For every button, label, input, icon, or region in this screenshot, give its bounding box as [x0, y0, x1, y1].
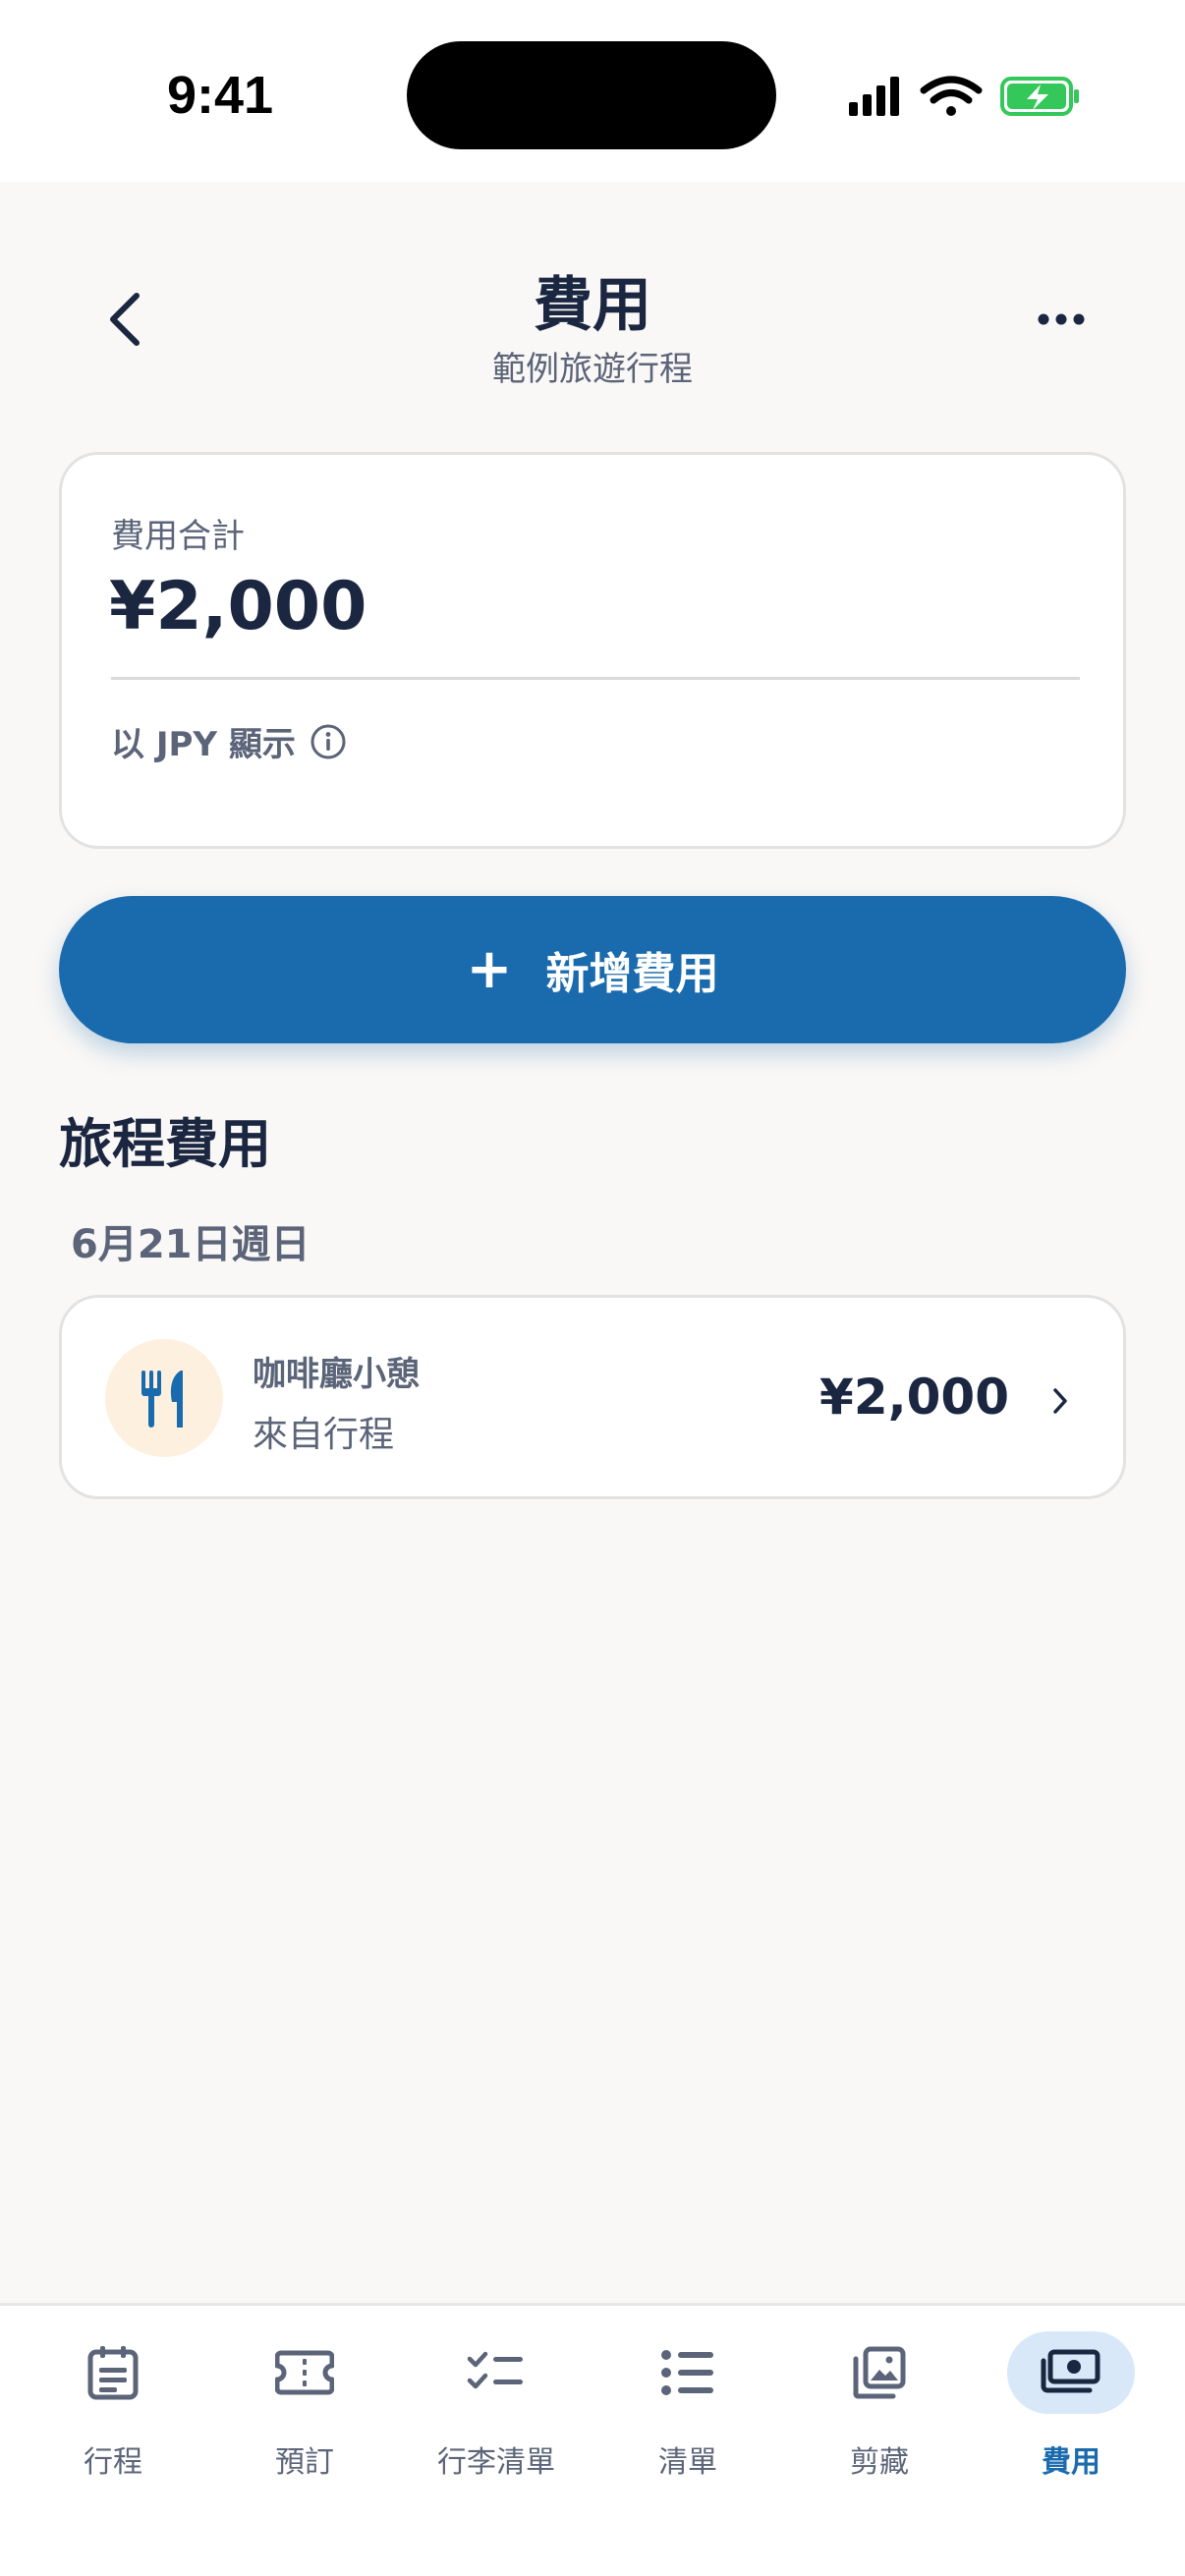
expense-source: 來自行程 [253, 1415, 395, 1455]
fork-knife-icon [141, 1371, 183, 1428]
cellular-signal-icon [849, 77, 899, 116]
tab-label: 行程 [84, 2445, 142, 2480]
wifi-icon [920, 76, 983, 116]
info-icon[interactable] [310, 723, 347, 760]
tab-label: 預訂 [275, 2445, 334, 2480]
tab-label: 清單 [658, 2445, 717, 2480]
tab-label: 費用 [1042, 2445, 1100, 2480]
total-label: 費用合計 [111, 517, 245, 556]
divider [111, 677, 1080, 680]
checklist-icon [432, 2331, 560, 2414]
tab-clippings[interactable]: 剪藏 [786, 2331, 973, 2508]
tab-expenses[interactable]: 費用 [978, 2331, 1164, 2508]
more-button[interactable] [1022, 295, 1100, 344]
tab-label: 剪藏 [850, 2445, 909, 2480]
expense-item[interactable]: 咖啡廳小憩 來自行程 ¥2,000 [59, 1295, 1126, 1499]
tab-lists[interactable]: 清單 [594, 2331, 781, 2508]
ellipsis-icon [1038, 313, 1085, 325]
category-badge [105, 1339, 223, 1457]
tab-packing-list[interactable]: 行李清單 [403, 2331, 590, 2508]
status-time: 9:41 [167, 66, 274, 125]
tab-label: 行李清單 [437, 2445, 555, 2480]
expenses-screen: 9:41 費用 範例旅遊行程 費用合計 ¥2,000 以 JPY 顯示 + 新增… [0, 0, 1185, 2576]
tab-itinerary[interactable]: 行程 [20, 2331, 206, 2508]
chevron-right-icon [1053, 1388, 1067, 1414]
ticket-icon [241, 2331, 368, 2414]
currency-note: 以 JPY 顯示 [111, 717, 347, 765]
cash-icon [1007, 2331, 1135, 2414]
date-header: 6月21日週日 [71, 1222, 310, 1267]
dynamic-island [407, 41, 776, 149]
status-icons [849, 76, 1079, 116]
currency-note-text: 以 JPY 顯示 [111, 725, 296, 764]
list-icon [624, 2331, 752, 2414]
total-summary-card: 費用合計 ¥2,000 以 JPY 顯示 [59, 452, 1126, 849]
tab-bar: 行程 預訂 行李清單 清單 剪藏 費用 [0, 2303, 1185, 2576]
gallery-icon [816, 2331, 943, 2414]
section-title: 旅程費用 [59, 1113, 271, 1175]
status-bar: 9:41 [0, 0, 1185, 182]
trip-name: 範例旅遊行程 [492, 350, 693, 389]
expense-name: 咖啡廳小憩 [253, 1355, 420, 1394]
expense-amount: ¥2,000 [819, 1369, 1009, 1426]
battery-charging-icon [1000, 77, 1079, 116]
page-title: 費用 [534, 271, 651, 340]
itinerary-icon [49, 2331, 177, 2414]
tab-bookings[interactable]: 預訂 [211, 2331, 398, 2508]
plus-icon: + [466, 937, 513, 1001]
add-expense-label: 新增費用 [545, 949, 719, 999]
add-expense-button[interactable]: + 新增費用 [59, 896, 1126, 1043]
total-amount: ¥2,000 [109, 568, 367, 645]
